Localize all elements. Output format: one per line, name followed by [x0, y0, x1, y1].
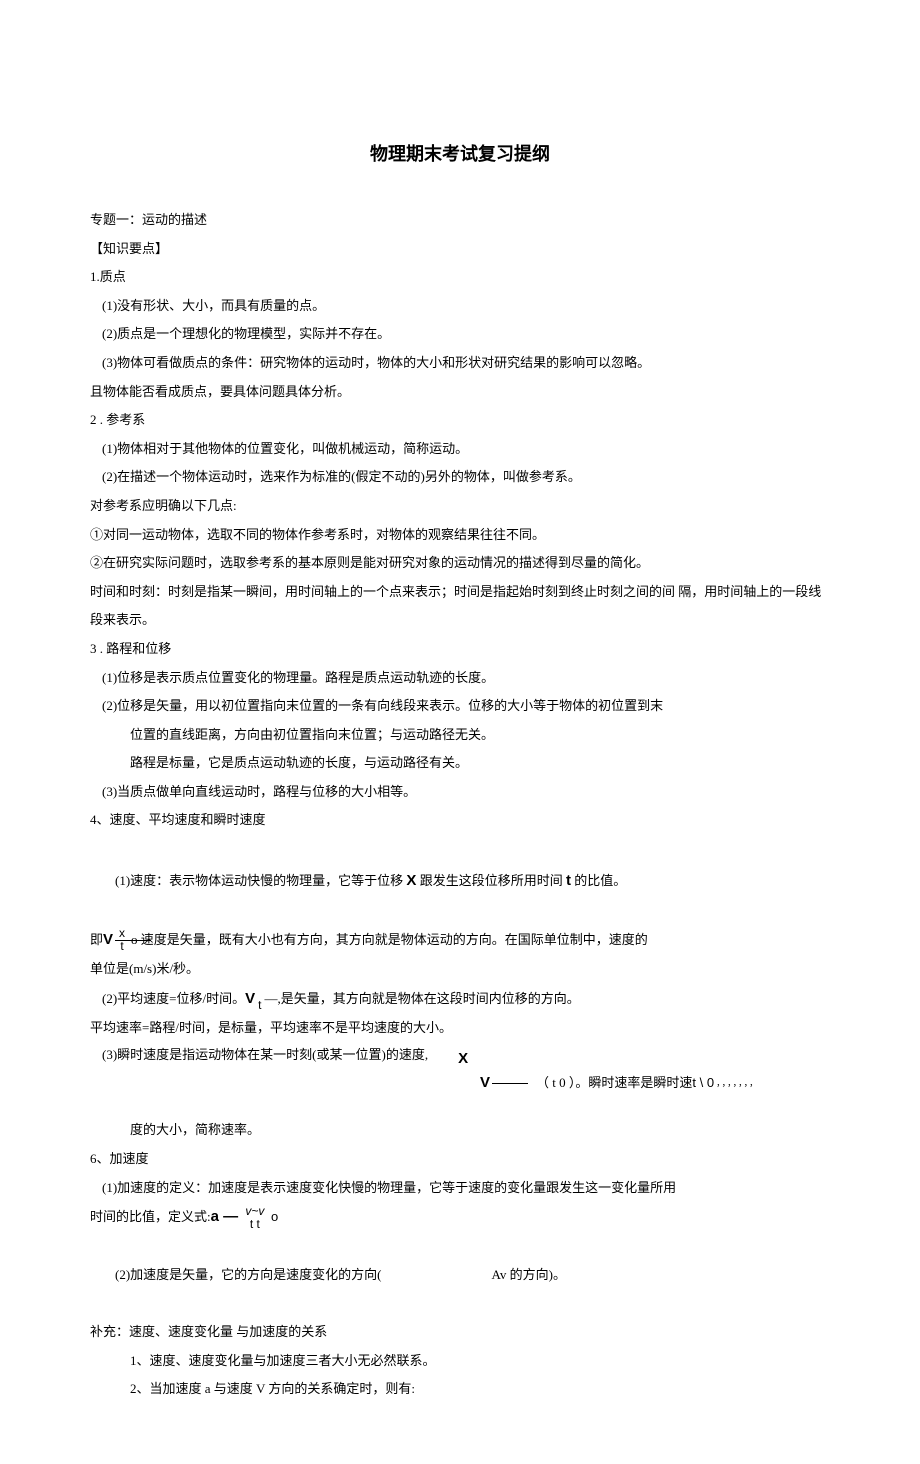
fraction-numerator	[258, 986, 261, 999]
text-line: 1、速度、速度变化量与加速度三者大小无必然联系。	[90, 1347, 830, 1376]
text-line: (1)没有形状、大小，而具有质量的点。	[90, 292, 830, 321]
fraction-denominator: t	[119, 940, 125, 953]
text-line: 平均速率=路程/时间，是标量，平均速率不是平均速度的大小。	[90, 1014, 830, 1043]
text-line: (1)位移是表示质点位置变化的物理量。路程是质点运动轨迹的长度。	[90, 664, 830, 693]
variable-v: V	[245, 984, 255, 1014]
formula-row: V （ t 0 ）。瞬时速率是瞬时速 t \ 0 ，，，，，，，	[480, 1068, 830, 1098]
text-line: 2 . 参考系	[90, 406, 830, 435]
text-line: 路程是标量，它是质点运动轨迹的长度，与运动路径有关。	[90, 749, 830, 778]
fraction-denominator: t t	[245, 1218, 264, 1231]
text-line: 对参考系应明确以下几点:	[90, 492, 830, 521]
fraction-denominator: t	[258, 999, 261, 1012]
text-span: o	[271, 1209, 278, 1224]
text-line: 单位是(m/s)米/秒。	[90, 955, 830, 984]
text-span: (2)加速度是矢量，它的方向是速度变化的方向(	[115, 1267, 382, 1282]
text-span: o 速度是矢量，既有大小也有方向，其方向就是物体运动的方向。在国际单位制中，速度…	[131, 927, 648, 953]
text-span: (2)平均速度=位移/时间。	[102, 986, 245, 1012]
formula-text: a — v~v t t o	[211, 1202, 279, 1232]
formula-row: 即 V x t o 速度是矢量，既有大小也有方向，其方向就是物体运动的方向。在国…	[90, 925, 830, 955]
fraction-numerator: v~v	[245, 1205, 264, 1218]
text-span: ，，，，，，，	[716, 1074, 759, 1092]
text-line: 【知识要点】	[90, 235, 830, 264]
text-line: ①对同一运动物体，选取不同的物体作参考系时，对物体的观察结果往往不同。	[90, 521, 830, 550]
text-line: (2)质点是一个理想化的物理模型，实际并不存在。	[90, 320, 830, 349]
variable-v: V	[480, 1068, 490, 1098]
text-line: 位置的直线距离，方向由初位置指向末位置；与运动路径无关。	[90, 721, 830, 750]
text-span: —,是矢量，其方向就是物体在这段时间内位移的方向。	[264, 986, 579, 1012]
text-span: (3)瞬时速度是指运动物体在某一时刻(或某一位置)的速度,	[102, 1042, 428, 1068]
text-line: (3)物体可看做质点的条件：研究物体的运动时，物体的大小和形状对研究结果的影响可…	[90, 349, 830, 378]
text-span: 时间的比值，定义式:	[90, 1204, 211, 1230]
text-line: (1)加速度的定义：加速度是表示速度变化快慢的物理量，它等于速度的变化量跟发生这…	[90, 1174, 830, 1203]
text-span: 的比值。	[571, 873, 626, 888]
text-span: （ t 0 ）。瞬时速率是瞬时速	[536, 1070, 692, 1096]
text-line: 补充：速度、速度变化量 与加速度的关系	[90, 1318, 830, 1347]
text-line: 时间和时刻：时刻是指某一瞬间，用时间轴上的一个点来表示；时间是指起始时刻到终止时…	[90, 578, 830, 635]
fraction: v~v t t	[245, 1205, 264, 1231]
variable-x: X	[458, 1044, 468, 1074]
text-line: (2)加速度是矢量，它的方向是速度变化的方向( Av 的方向)。	[90, 1232, 830, 1318]
text-line: 3 . 路程和位移	[90, 635, 830, 664]
text-line: (2)在描述一个物体运动时，选来作为标准的(假定不动的)另外的物体，叫做参考系。	[90, 463, 830, 492]
text-line: (2)位移是矢量，用以初位置指向末位置的一条有向线段来表示。位移的大小等于物体的…	[90, 692, 830, 721]
text-line: ②在研究实际问题时，选取参考系的基本原则是能对研究对象的运动情况的描述得到尽量的…	[90, 549, 830, 578]
formula-row: (2)平均速度=位移/时间。 V t —,是矢量，其方向就是物体在这段时间内位移…	[90, 984, 830, 1014]
variable-v: V	[103, 925, 113, 955]
variable-x: X	[406, 872, 416, 889]
page-title: 物理期末考试复习提纲	[90, 140, 830, 166]
text-span: Av 的方向)。	[492, 1267, 567, 1282]
text-line: 且物体能否看成质点，要具体问题具体分析。	[90, 378, 830, 407]
text-line: 6、加速度	[90, 1145, 830, 1174]
text-line: (1)物体相对于其他物体的位置变化，叫做机械运动，简称运动。	[90, 435, 830, 464]
text-line: 度的大小，简称速率。	[90, 1116, 830, 1145]
document-page: 物理期末考试复习提纲 专题一：运动的描述 【知识要点】 1.质点 (1)没有形状…	[0, 0, 920, 1464]
text-span: t \ 0	[692, 1070, 714, 1096]
variable-a: a —	[211, 1208, 243, 1225]
formula-row: 时间的比值，定义式: a — v~v t t o	[90, 1202, 830, 1232]
text-span: 跟发生这段位移所用时间	[416, 873, 566, 888]
fraction-bar-icon	[492, 1083, 528, 1084]
text-line: (1)速度：表示物体运动快慢的物理量，它等于位移 X 跟发生这段位移所用时间 t…	[90, 835, 830, 925]
fraction: t	[258, 986, 261, 1012]
text-line: 1.质点	[90, 263, 830, 292]
text-span: 即	[90, 927, 103, 953]
text-line: 4、速度、平均速度和瞬时速度	[90, 806, 830, 835]
fraction: x t	[119, 927, 125, 953]
text-line: 2、当加速度 a 与速度 V 方向的关系确定时，则有:	[90, 1375, 830, 1404]
text-span: (1)速度：表示物体运动快慢的物理量，它等于位移	[115, 873, 406, 888]
text-line: (3)当质点做单向直线运动时，路程与位移的大小相等。	[90, 778, 830, 807]
text-line: 专题一：运动的描述	[90, 206, 830, 235]
